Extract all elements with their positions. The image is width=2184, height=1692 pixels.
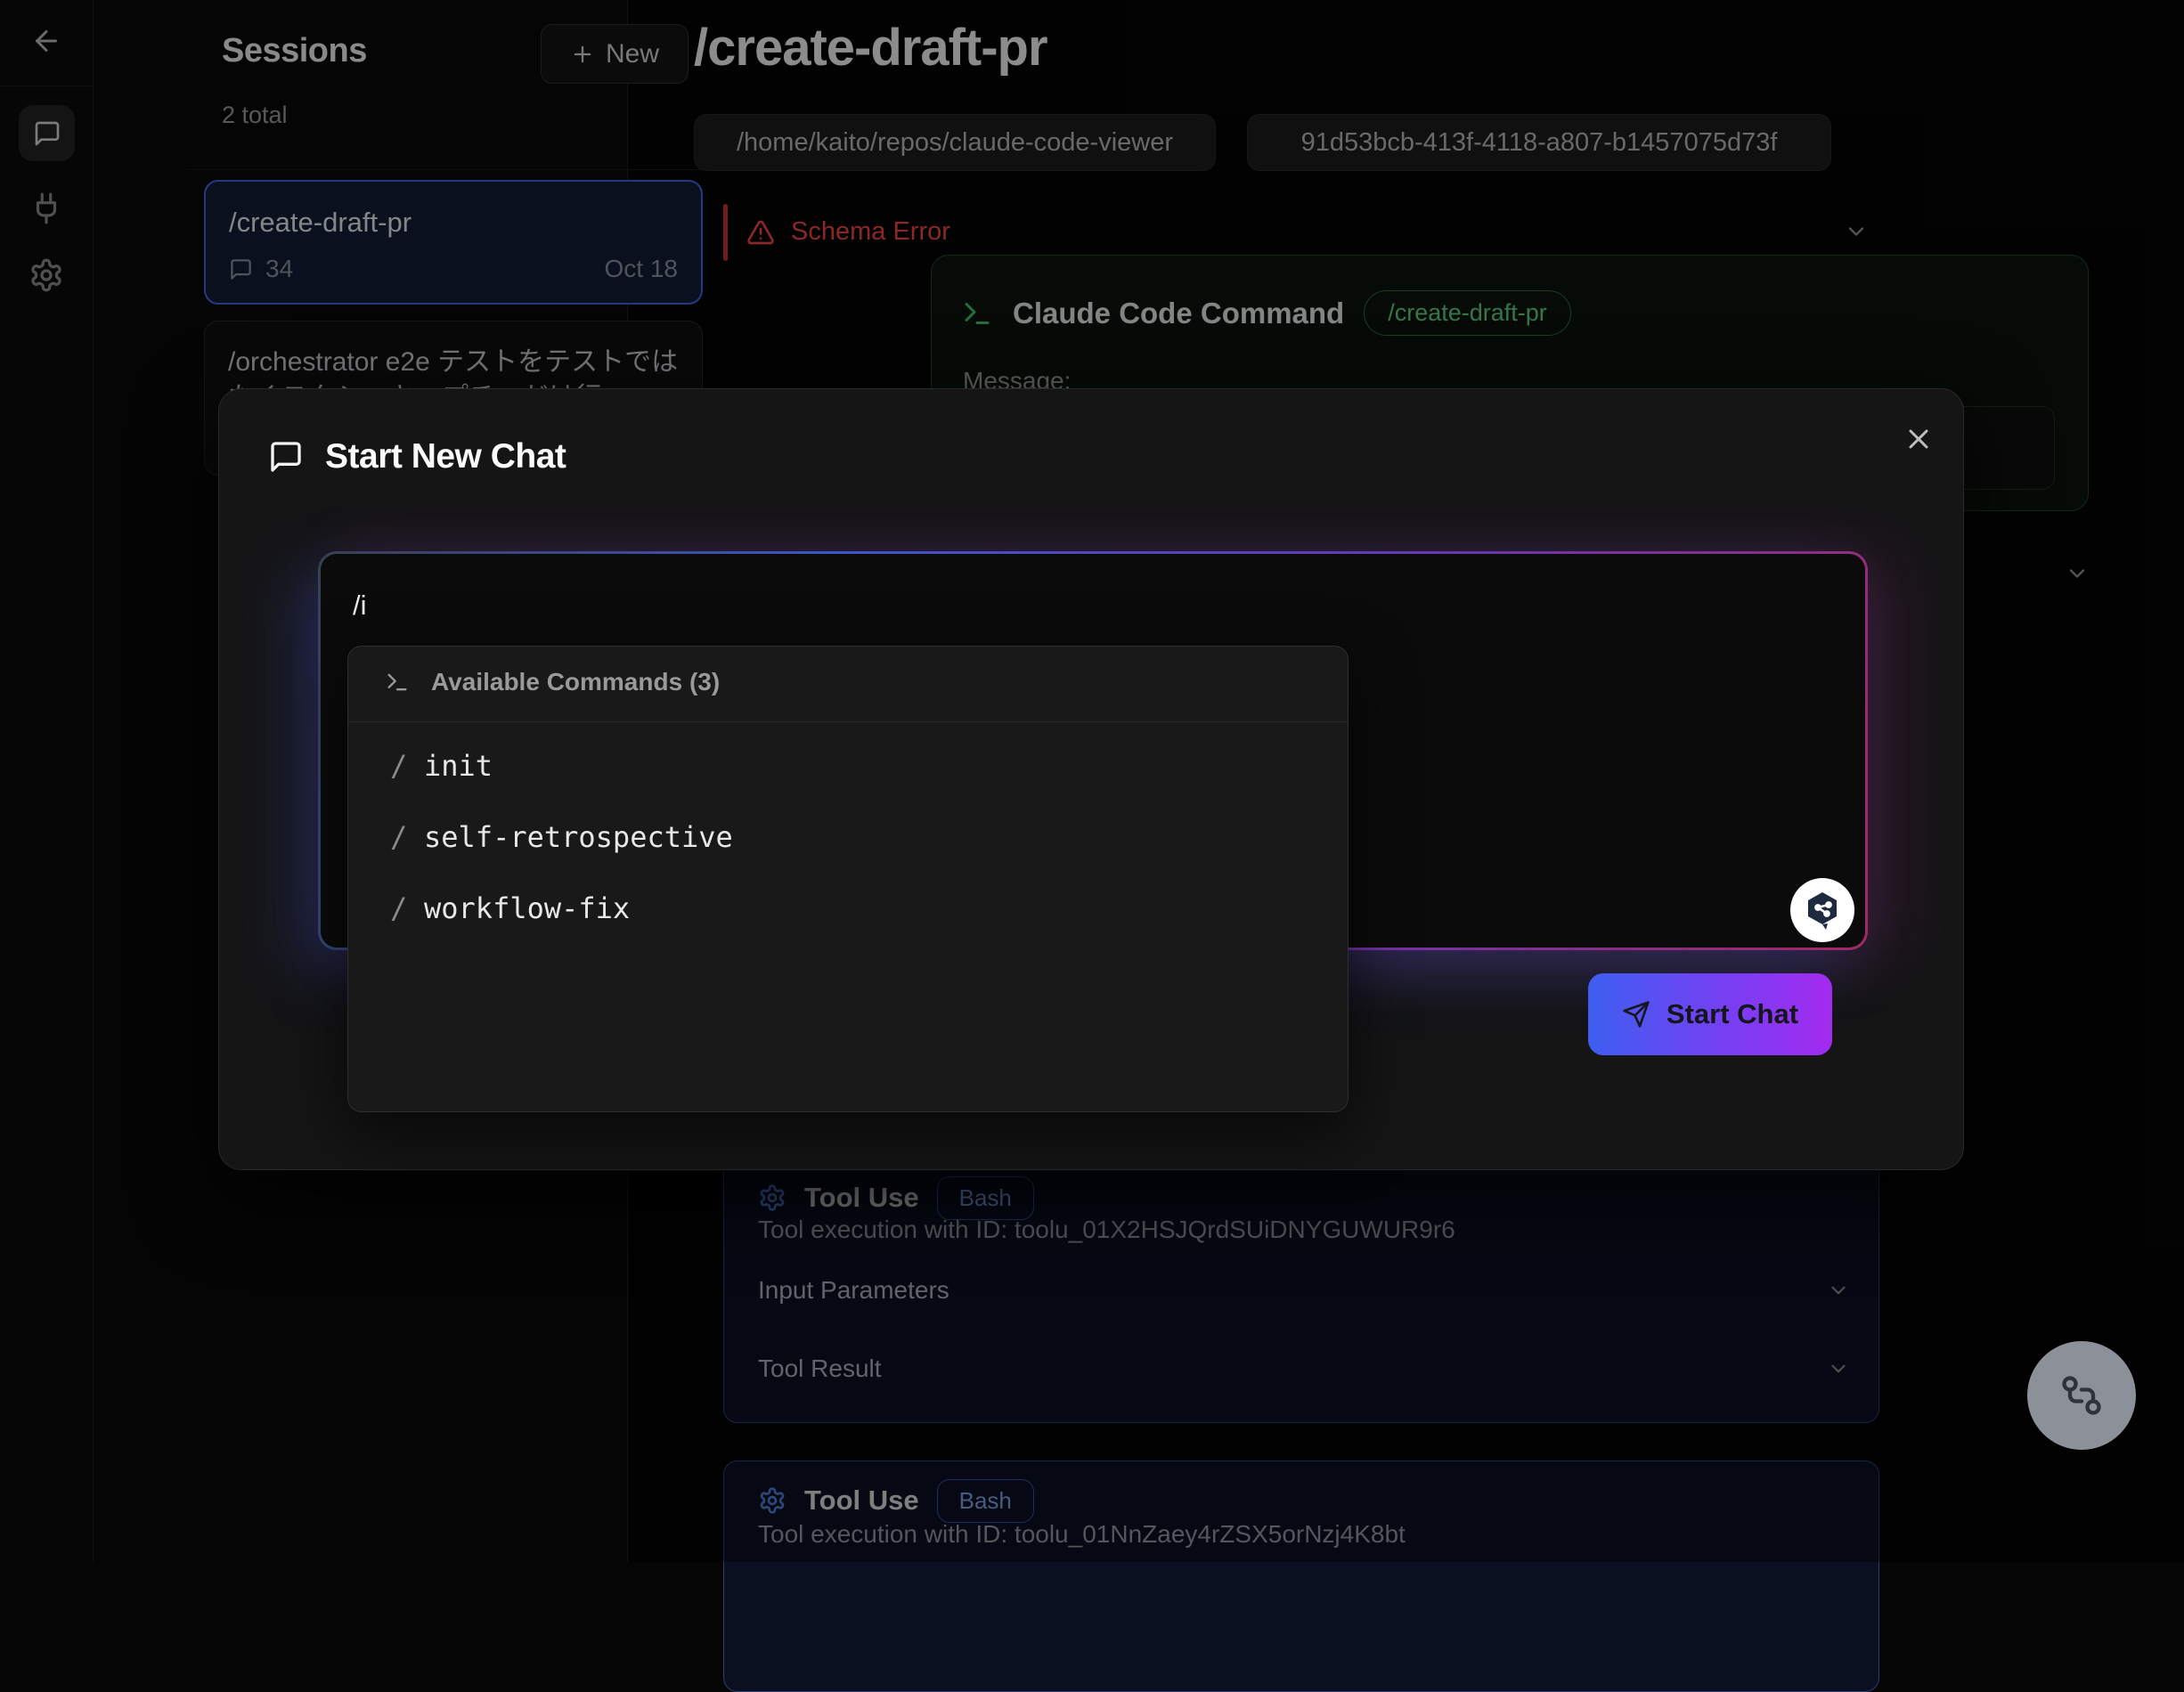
send-icon bbox=[1622, 1000, 1650, 1029]
command-option-init[interactable]: / init bbox=[348, 730, 1348, 801]
start-chat-label: Start Chat bbox=[1667, 998, 1798, 1030]
dialog-title: Start New Chat bbox=[325, 437, 566, 476]
command-name: self-retrospective bbox=[424, 820, 733, 854]
start-chat-button[interactable]: Start Chat bbox=[1588, 973, 1832, 1055]
command-name: init bbox=[424, 749, 493, 783]
dialog-header: Start New Chat bbox=[268, 437, 566, 476]
command-autocomplete: Available Commands (3) / init / self-ret… bbox=[347, 646, 1349, 1112]
slash-prefix: / bbox=[390, 820, 407, 854]
hex-chat-share-icon bbox=[1801, 889, 1844, 931]
git-compare-icon bbox=[2058, 1372, 2105, 1419]
chat-bubble-icon bbox=[268, 439, 304, 475]
slash-prefix: / bbox=[390, 749, 407, 783]
prompt-input-value: /i bbox=[353, 590, 367, 622]
slash-prefix: / bbox=[390, 891, 407, 925]
command-option-workflow-fix[interactable]: / workflow-fix bbox=[348, 873, 1348, 944]
session-graph-fab[interactable] bbox=[2027, 1341, 2136, 1450]
close-button[interactable] bbox=[1901, 421, 1936, 457]
command-name: workflow-fix bbox=[424, 891, 630, 925]
autocomplete-header-label: Available Commands (3) bbox=[431, 668, 720, 696]
assistant-extension-badge[interactable] bbox=[1790, 878, 1854, 942]
autocomplete-divider bbox=[348, 721, 1348, 722]
start-new-chat-dialog: Start New Chat /i bbox=[218, 388, 1964, 1170]
autocomplete-header: Available Commands (3) bbox=[385, 668, 720, 696]
terminal-icon bbox=[385, 670, 410, 695]
close-icon bbox=[1903, 423, 1935, 455]
command-option-self-retrospective[interactable]: / self-retrospective bbox=[348, 801, 1348, 873]
